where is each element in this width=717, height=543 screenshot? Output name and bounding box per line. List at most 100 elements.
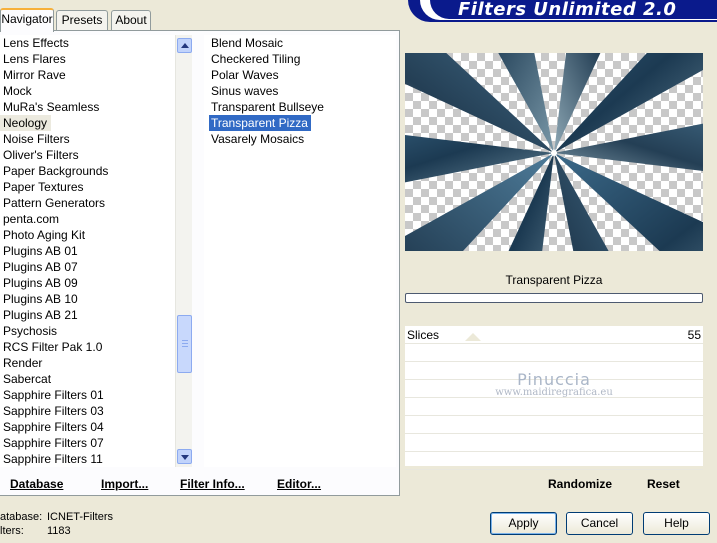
filter-item[interactable]: Transparent Bullseye	[204, 99, 396, 115]
category-item[interactable]: Render	[0, 355, 175, 371]
filter-item-label: Polar Waves	[211, 68, 279, 82]
category-item-label: MuRa's Seamless	[3, 100, 100, 114]
category-item[interactable]: Sapphire Filters 03	[0, 403, 175, 419]
category-item-label: RCS Filter Pak 1.0	[3, 340, 103, 354]
category-item[interactable]: Sapphire Filters 04	[0, 419, 175, 435]
import-button[interactable]: Import...	[101, 477, 148, 491]
tab-presets[interactable]: Presets	[56, 10, 108, 30]
category-item[interactable]: Plugins AB 07	[0, 259, 175, 275]
category-item[interactable]: Lens Effects	[0, 35, 175, 51]
database-button[interactable]: Database	[10, 477, 63, 491]
parameter-grid: Slices 55	[405, 326, 703, 470]
filter-info-button[interactable]: Filter Info...	[180, 477, 245, 491]
filter-list[interactable]: Blend Mosaic Checkered Tiling Polar Waves S…	[204, 35, 396, 467]
category-item-label: Oliver's Filters	[3, 148, 79, 162]
tab-about[interactable]: About	[111, 10, 151, 30]
selected-filter-title: Transparent Pizza	[505, 273, 603, 287]
param-label: Slices	[407, 327, 440, 342]
category-item-label: Lens Effects	[3, 36, 69, 50]
category-item-label: Mirror Rave	[3, 68, 66, 82]
scroll-down-button[interactable]	[177, 449, 192, 464]
param-row-empty	[405, 344, 703, 362]
help-button[interactable]: Help	[643, 512, 710, 535]
param-value: 55	[687, 327, 701, 342]
category-item-label: Plugins AB 01	[3, 244, 78, 258]
category-item[interactable]: Sapphire Filters 07	[0, 435, 175, 451]
category-item[interactable]: Psychosis	[0, 323, 175, 339]
category-list[interactable]: Lens Effects Lens Flares Mirror Rave Mock Mu…	[0, 35, 175, 467]
cancel-button[interactable]: Cancel	[566, 512, 633, 535]
scroll-thumb[interactable]	[177, 315, 192, 373]
category-item[interactable]: Paper Backgrounds	[0, 163, 175, 179]
scroll-up-button[interactable]	[177, 38, 192, 53]
grip-line	[182, 346, 188, 347]
category-item-label: Noise Filters	[3, 132, 70, 146]
slider-thumb[interactable]	[465, 333, 481, 341]
category-item-label: Plugins AB 07	[3, 260, 78, 274]
filter-item-label: Transparent Pizza	[209, 115, 311, 131]
preview-image	[405, 53, 703, 251]
category-item[interactable]: Paper Textures	[0, 179, 175, 195]
category-item[interactable]: Noise Filters	[0, 131, 175, 147]
pizza-slices	[405, 53, 703, 251]
filter-item[interactable]: Checkered Tiling	[204, 51, 396, 67]
param-row-empty	[405, 380, 703, 398]
category-item-label: Sapphire Filters 04	[3, 420, 104, 434]
chevron-down-icon	[181, 455, 189, 460]
category-item-label: Mock	[3, 84, 32, 98]
randomize-button[interactable]: Randomize	[548, 477, 612, 491]
filter-item[interactable]: Vasarely Mosaics	[204, 131, 396, 147]
param-row-empty	[405, 362, 703, 380]
filter-item[interactable]: Sinus waves	[204, 83, 396, 99]
category-item[interactable]: Pattern Generators	[0, 195, 175, 211]
filter-item-label: Blend Mosaic	[211, 36, 284, 50]
category-item-label: Plugins AB 09	[3, 276, 78, 290]
filters-count-value: 1183	[47, 525, 71, 537]
reset-button[interactable]: Reset	[647, 477, 680, 491]
apply-button[interactable]: Apply	[490, 512, 557, 535]
param-row-empty	[405, 416, 703, 434]
category-item-label: Render	[3, 356, 43, 370]
filter-item[interactable]: Polar Waves	[204, 67, 396, 83]
category-item-label: Neology	[0, 115, 52, 131]
tab-navigator[interactable]: Navigator	[0, 8, 54, 32]
category-item[interactable]: Photo Aging Kit	[0, 227, 175, 243]
category-item[interactable]: Plugins AB 01	[0, 243, 175, 259]
category-item-label: Sapphire Filters 11	[3, 452, 103, 466]
filter-item[interactable]: Blend Mosaic	[204, 35, 396, 51]
category-item-label: penta.com	[3, 212, 60, 226]
editor-button[interactable]: Editor...	[277, 477, 321, 491]
category-item-label: Photo Aging Kit	[3, 228, 86, 242]
category-item[interactable]: Neology	[0, 115, 175, 131]
category-scrollbar[interactable]	[175, 35, 192, 467]
category-item[interactable]: Mock	[0, 83, 175, 99]
category-item-label: Plugins AB 10	[3, 292, 78, 306]
pizza-preview-graphic	[405, 53, 703, 251]
param-row-empty	[405, 434, 703, 452]
grip-line	[182, 343, 188, 344]
param-row-empty	[405, 398, 703, 416]
pizza-center	[551, 150, 557, 156]
category-item[interactable]: MuRa's Seamless	[0, 99, 175, 115]
param-row-slices[interactable]: Slices 55	[405, 326, 703, 344]
category-item[interactable]: Plugins AB 09	[0, 275, 175, 291]
category-item[interactable]: penta.com	[0, 211, 175, 227]
filter-item-label: Checkered Tiling	[211, 52, 301, 66]
category-item[interactable]: Sapphire Filters 01	[0, 387, 175, 403]
category-item-label: Paper Textures	[3, 180, 84, 194]
progress-bar	[405, 293, 703, 303]
category-item[interactable]: Plugins AB 10	[0, 291, 175, 307]
database-label: atabase:	[0, 511, 43, 523]
category-item[interactable]: RCS Filter Pak 1.0	[0, 339, 175, 355]
category-item[interactable]: Lens Flares	[0, 51, 175, 67]
category-item[interactable]: Sabercat	[0, 371, 175, 387]
category-item[interactable]: Mirror Rave	[0, 67, 175, 83]
category-item-label: Sapphire Filters 07	[3, 436, 104, 450]
category-item[interactable]: Sapphire Filters 11	[0, 451, 175, 467]
category-item-label: Plugins AB 21	[3, 308, 78, 322]
category-item[interactable]: Plugins AB 21	[0, 307, 175, 323]
category-item[interactable]: Oliver's Filters	[0, 147, 175, 163]
filter-item[interactable]: Transparent Pizza	[204, 115, 396, 131]
grip-line	[182, 340, 188, 341]
category-item-label: Sapphire Filters 03	[3, 404, 104, 418]
